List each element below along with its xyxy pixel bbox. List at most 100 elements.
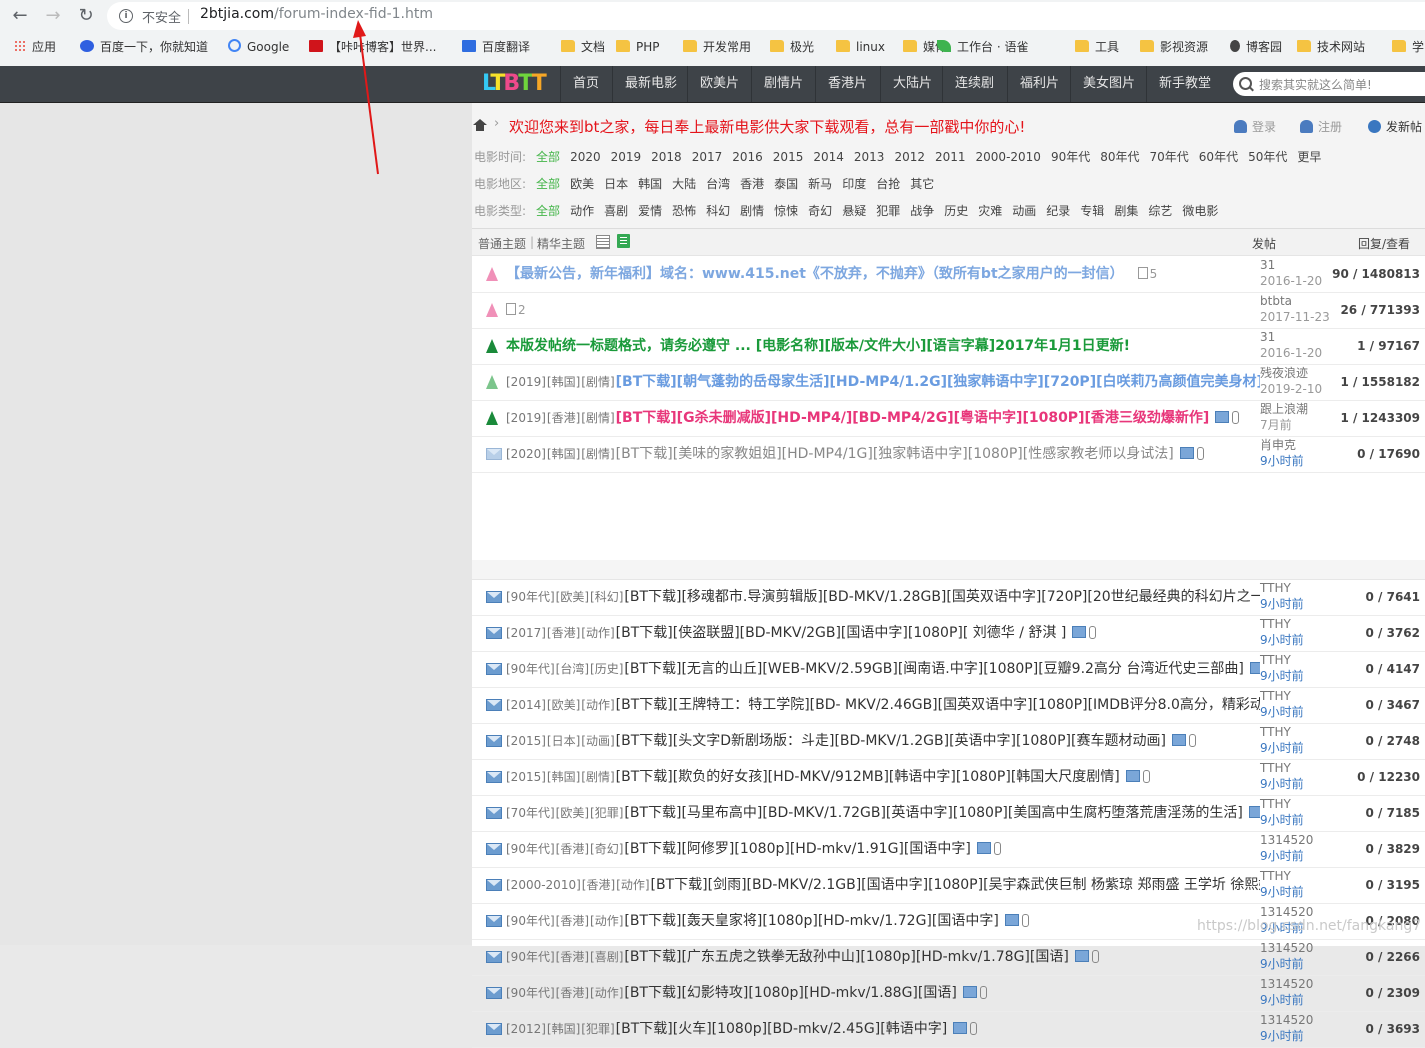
filter-option[interactable]: 2000-2010 [976, 150, 1041, 164]
thread-row[interactable]: 【最新公告，新年福利】域名：www.415.net《不放弃，不抛弃》（致所有bt… [472, 256, 1425, 293]
thread-row[interactable]: 本版发帖统一标题格式，请务必遵守 ... [电影名称][版本/文件大小][语言字… [472, 328, 1425, 365]
thread-row[interactable]: [2019][香港][剧情][BT下载][G杀未删减版][HD-MP4/][BD… [472, 400, 1425, 437]
thread-row[interactable]: [2019][韩国][剧情][BT下载][朝气蓬勃的岳母家生活][HD-MP4/… [472, 364, 1425, 401]
thread-tag[interactable]: [70年代] [506, 806, 555, 820]
thread-row[interactable]: [2020][韩国][剧情][BT下载][美味的家教姐姐][HD-MP4/1G]… [472, 436, 1425, 473]
thread-title[interactable]: [2012][韩国][犯罪][BT下载][火车][1080p][BD-mkv/2… [506, 1011, 1260, 1047]
filter-option[interactable]: 70年代 [1150, 150, 1189, 164]
thread-tag[interactable]: [90年代] [506, 914, 555, 928]
thread-author[interactable]: TTHY [1260, 797, 1291, 812]
nav-item[interactable]: 欧美片 [687, 66, 751, 102]
thread-row[interactable]: [90年代][香港][动作][BT下载][幻影特攻][1080p][HD-mkv… [472, 975, 1425, 1012]
thread-row[interactable]: [2015][日本][动画][BT下载][头文字D新剧场版：斗走][BD-MKV… [472, 723, 1425, 760]
bookmark-item[interactable]: 学 [1392, 38, 1424, 56]
thread-title-text[interactable]: [BT下载][侠盗联盟][BD-MKV/2GB][国语中字][1080P][ 刘… [616, 625, 1067, 641]
thread-tag[interactable]: [2012] [506, 1022, 546, 1036]
filter-option[interactable]: 动画 [1012, 204, 1036, 218]
bookmark-item[interactable]: PHP [616, 38, 660, 56]
thread-tag[interactable]: [科幻] [590, 590, 623, 604]
thread-tag[interactable]: [香港] [547, 626, 580, 640]
thread-tag[interactable]: [动作] [581, 698, 614, 712]
thread-title[interactable]: 本版发帖统一标题格式，请务必遵守 ... [电影名称][版本/文件大小][语言字… [506, 328, 1260, 364]
filter-option[interactable]: 奇幻 [808, 204, 832, 218]
thread-title-text[interactable]: [BT下载][欺负的好女孩][HD-MKV/912MB][韩语中字][1080P… [616, 769, 1120, 785]
search-icon[interactable] [1239, 77, 1252, 90]
thread-title-text[interactable]: [BT下载][朝气蓬勃的岳母家生活][HD-MP4/1.2G][独家韩语中字][… [616, 374, 1260, 390]
filter-option[interactable]: 爱情 [638, 204, 662, 218]
thread-tag[interactable]: [日本] [547, 734, 580, 748]
filter-option[interactable]: 微电影 [1182, 204, 1218, 218]
thread-tag[interactable]: [剧情] [581, 447, 614, 461]
thread-tag[interactable]: [韩国] [547, 375, 580, 389]
thread-tag[interactable]: [奇幻] [590, 842, 623, 856]
thread-tag[interactable]: [动作] [581, 626, 614, 640]
thread-tag[interactable]: [2014] [506, 698, 546, 712]
thread-tag[interactable]: [动作] [616, 878, 649, 892]
new-post-link[interactable]: 发新帖 [1368, 118, 1422, 135]
bookmark-item[interactable]: 技术网站 [1297, 38, 1365, 56]
thread-tag[interactable]: [历史] [590, 662, 623, 676]
thread-title-text[interactable]: [BT下载][无言的山丘][WEB-MKV/2.59GB][闽南语.中字][10… [624, 661, 1243, 677]
thread-author[interactable]: TTHY [1260, 761, 1291, 776]
thread-author[interactable]: 1314520 [1260, 977, 1313, 992]
thread-tag[interactable]: [2000-2010] [506, 878, 581, 892]
bookmark-item[interactable]: 百度一下，你就知道 [80, 38, 208, 56]
page-count[interactable]: 5 [1138, 267, 1158, 281]
bookmark-item[interactable]: 百度翻译 [462, 38, 530, 56]
thread-tag[interactable]: [90年代] [506, 950, 555, 964]
thread-author[interactable]: TTHY [1260, 689, 1291, 704]
thread-title-text[interactable]: [BT下载][阿修罗][1080p][HD-mkv/1.91G][国语中字] [624, 841, 970, 857]
filter-option[interactable]: 2019 [611, 150, 642, 164]
thread-tag[interactable]: [90年代] [506, 590, 555, 604]
thread-row[interactable]: [2017][香港][动作][BT下载][侠盗联盟][BD-MKV/2GB][国… [472, 615, 1425, 652]
thread-title-text[interactable]: 本版发帖统一标题格式，请务必遵守 ... [电影名称][版本/文件大小][语言字… [506, 338, 1130, 354]
filter-option[interactable]: 惊悚 [774, 204, 798, 218]
thread-tag[interactable]: [2015] [506, 770, 546, 784]
nav-item[interactable]: 美女图片 [1070, 66, 1147, 102]
nav-item[interactable]: 大陆片 [880, 66, 944, 102]
thread-author[interactable]: TTHY [1260, 581, 1291, 596]
register-link[interactable]: 注册 [1300, 118, 1342, 135]
thread-title-text[interactable]: [BT下载][火车][1080p][BD-mkv/2.45G][韩语中字] [616, 1021, 948, 1037]
filter-option[interactable]: 欧美 [570, 177, 594, 191]
nav-item[interactable]: 首页 [560, 66, 611, 102]
insecure-label[interactable]: 不安全 [142, 7, 181, 26]
filter-option[interactable]: 喜剧 [604, 204, 628, 218]
nav-item[interactable]: 剧情片 [751, 66, 815, 102]
thread-tag[interactable]: [2019] [506, 411, 546, 425]
filter-option[interactable]: 90年代 [1051, 150, 1090, 164]
thread-title-text[interactable]: [BT下载][幻影特攻][1080p][HD-mkv/1.88G][国语] [624, 985, 956, 1001]
thread-row[interactable]: 2 btbta 2017-11-23 26 / 771393 [472, 292, 1425, 329]
filter-option[interactable]: 其它 [910, 177, 934, 191]
thread-author[interactable]: 31 [1260, 258, 1275, 273]
filter-option[interactable]: 历史 [944, 204, 968, 218]
thread-tag[interactable]: [香港] [556, 986, 589, 1000]
filter-option[interactable]: 日本 [604, 177, 628, 191]
thread-author[interactable]: 1314520 [1260, 833, 1313, 848]
filter-option[interactable]: 台抢 [876, 177, 900, 191]
thread-tag[interactable]: [犯罪] [590, 806, 623, 820]
bookmark-item[interactable]: 工具 [1075, 38, 1119, 56]
thread-tag[interactable]: [香港] [556, 842, 589, 856]
thread-author[interactable]: TTHY [1260, 869, 1291, 884]
thread-tag[interactable]: [90年代] [506, 662, 555, 676]
thread-title[interactable]: [2014][欧美][动作][BT下载][王牌特工：特工学院][BD- MKV/… [506, 687, 1260, 723]
filter-option[interactable]: 战争 [910, 204, 934, 218]
bookmark-item[interactable]: 应用 [14, 38, 56, 56]
home-icon[interactable] [473, 119, 487, 131]
filter-option[interactable]: 50年代 [1248, 150, 1287, 164]
thread-title-text[interactable]: [BT下载][剑雨][BD-MKV/2.1GB][国语中字][1080P][吴宇… [651, 877, 1260, 893]
thread-tag[interactable]: [剧情] [581, 375, 614, 389]
filter-option[interactable]: 60年代 [1199, 150, 1238, 164]
thread-row[interactable]: [90年代][台湾][历史][BT下载][无言的山丘][WEB-MKV/2.59… [472, 651, 1425, 688]
thread-title-text[interactable]: [BT下载][马里布高中][BD-MKV/1.72GB][英语中字][1080P… [624, 805, 1242, 821]
nav-item[interactable]: 福利片 [1007, 66, 1071, 102]
thread-author[interactable]: 1314520 [1260, 1013, 1313, 1028]
bookmark-item[interactable]: 开发常用 [683, 38, 751, 56]
thread-title-text[interactable]: [BT下载][G杀未删减版][HD-MP4/][BD-MP4/2G][粤语中字]… [616, 410, 1210, 426]
thread-tag[interactable]: [90年代] [506, 842, 555, 856]
thread-title[interactable]: [70年代][欧美][犯罪][BT下载][马里布高中][BD-MKV/1.72G… [506, 795, 1260, 831]
thread-title[interactable]: [90年代][欧美][科幻][BT下载][移魂都市.导演剪辑版][BD-MKV/… [506, 579, 1260, 615]
filter-option[interactable]: 新马 [808, 177, 832, 191]
thread-title[interactable]: [90年代][香港][动作][BT下载][轰天皇家将][1080p][HD-mk… [506, 903, 1260, 939]
